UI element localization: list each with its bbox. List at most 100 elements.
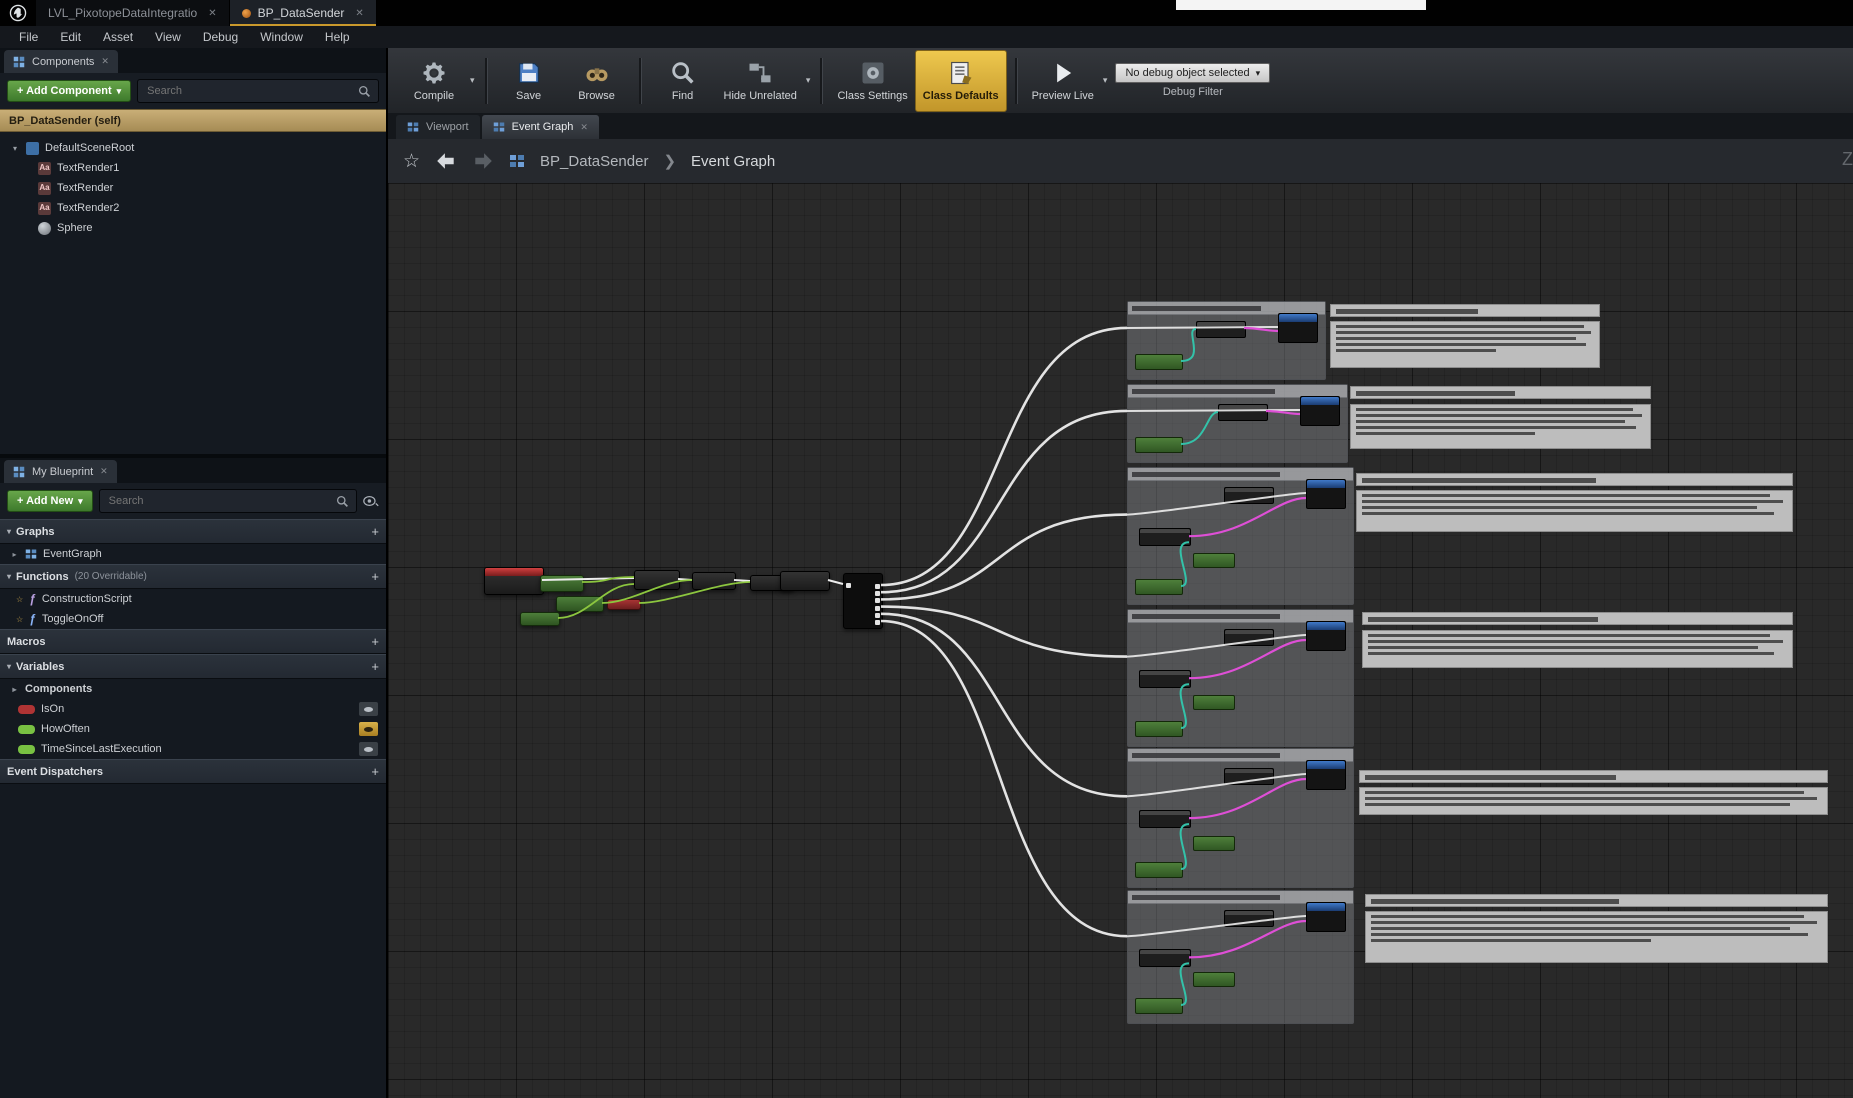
component-self-row[interactable]: BP_DataSender (self)	[0, 109, 386, 132]
menu-edit[interactable]: Edit	[49, 30, 92, 44]
section-functions[interactable]: ▾ Functions (20 Overridable) +	[0, 564, 386, 589]
chevron-down-icon[interactable]: ▾	[806, 75, 811, 86]
menu-asset[interactable]: Asset	[92, 30, 144, 44]
comment-text-block[interactable]	[1350, 404, 1651, 449]
comment-text-bar[interactable]	[1365, 894, 1828, 907]
exec-pin[interactable]	[875, 620, 880, 625]
find-button[interactable]: Find	[649, 51, 717, 111]
bookmark-star-icon[interactable]: ☆	[403, 150, 420, 173]
menu-view[interactable]: View	[144, 30, 192, 44]
function-call-node[interactable]	[1306, 621, 1346, 651]
exec-pin[interactable]	[875, 598, 880, 603]
add-dispatcher-icon[interactable]: +	[371, 764, 379, 779]
function-call-node[interactable]	[1306, 479, 1346, 509]
class-settings-button[interactable]: Class Settings	[830, 51, 914, 111]
my-blueprint-search-input[interactable]	[107, 494, 336, 508]
eye-closed-icon[interactable]	[359, 742, 378, 756]
collapse-icon[interactable]: ▾	[7, 662, 11, 671]
event-node[interactable]	[484, 567, 544, 595]
pure-node[interactable]	[1135, 721, 1183, 737]
menu-help[interactable]: Help	[314, 30, 361, 44]
pure-node[interactable]	[1135, 579, 1183, 595]
event-graph-canvas[interactable]	[388, 183, 1853, 1098]
variable-node[interactable]	[607, 599, 641, 610]
pure-node[interactable]	[1135, 862, 1183, 878]
row-variable-timesincelastexecution[interactable]: TimeSinceLastExecution	[0, 739, 386, 759]
section-macros[interactable]: Macros +	[0, 629, 386, 654]
add-macro-icon[interactable]: +	[371, 634, 379, 649]
breadcrumb-root[interactable]: BP_DataSender	[540, 153, 648, 170]
pure-node[interactable]	[1135, 437, 1183, 453]
row-variable-group-components[interactable]: ▸ Components	[0, 679, 386, 699]
comment-text-bar[interactable]	[1362, 612, 1793, 625]
getter-node[interactable]	[1224, 910, 1274, 927]
add-variable-icon[interactable]: +	[371, 659, 379, 674]
comment-text-block[interactable]	[1356, 490, 1793, 532]
comment-text-bar[interactable]	[1350, 386, 1651, 399]
components-search[interactable]	[137, 79, 379, 103]
function-node[interactable]	[634, 570, 680, 590]
collapse-icon[interactable]: ▾	[7, 527, 11, 536]
tab-my-blueprint[interactable]: My Blueprint ✕	[4, 460, 117, 483]
add-graph-icon[interactable]: +	[371, 524, 379, 539]
tab-event-graph[interactable]: Event Graph ✕	[482, 115, 599, 139]
row-eventgraph[interactable]: ▸ EventGraph	[0, 544, 386, 564]
add-function-icon[interactable]: +	[371, 569, 379, 584]
pure-node[interactable]	[520, 612, 560, 626]
expander-icon[interactable]: ▸	[10, 685, 19, 694]
menu-file[interactable]: File	[8, 30, 49, 44]
pure-node[interactable]	[1193, 553, 1235, 568]
chevron-down-icon[interactable]: ▾	[1103, 75, 1108, 86]
collapse-icon[interactable]: ▾	[7, 572, 11, 581]
struct-node[interactable]	[1139, 528, 1191, 546]
close-icon[interactable]: ✕	[208, 8, 216, 19]
getter-node[interactable]	[1196, 321, 1246, 338]
function-call-node[interactable]	[1306, 760, 1346, 790]
row-constructionscript[interactable]: ☆ ƒ ConstructionScript	[0, 589, 386, 609]
preview-live-button[interactable]: Preview Live	[1025, 51, 1101, 111]
comment-text-block[interactable]	[1365, 911, 1828, 963]
comment-text-bar[interactable]	[1356, 473, 1793, 486]
pure-node[interactable]	[556, 596, 604, 612]
expander-icon[interactable]: ▾	[10, 144, 20, 153]
getter-node[interactable]	[1224, 487, 1274, 504]
function-call-node[interactable]	[1300, 396, 1340, 426]
visibility-filter-icon[interactable]	[363, 495, 379, 507]
add-new-button[interactable]: + Add New ▾	[7, 490, 93, 512]
menu-window[interactable]: Window	[249, 30, 314, 44]
function-node[interactable]	[780, 571, 830, 591]
comment-text-block[interactable]	[1362, 630, 1793, 668]
debug-object-select[interactable]: No debug object selected ▾	[1115, 63, 1270, 83]
struct-node[interactable]	[1139, 810, 1191, 828]
getter-node[interactable]	[1224, 629, 1274, 646]
component-row-textrender2[interactable]: Aa TextRender2	[0, 198, 386, 218]
close-icon[interactable]: ✕	[100, 466, 108, 477]
hide-unrelated-button[interactable]: Hide Unrelated	[717, 51, 804, 111]
forward-arrow-icon[interactable]	[472, 152, 494, 170]
component-row-textrender1[interactable]: Aa TextRender1	[0, 158, 386, 178]
row-toggleonoff[interactable]: ☆ ƒ ToggleOnOff	[0, 609, 386, 629]
sequence-node[interactable]	[843, 573, 883, 629]
function-node[interactable]	[692, 572, 736, 590]
row-variable-howoften[interactable]: HowOften	[0, 719, 386, 739]
asset-tab-datasender[interactable]: BP_DataSender ✕	[230, 0, 377, 26]
component-row-textrender[interactable]: Aa TextRender	[0, 178, 386, 198]
pure-node[interactable]	[1135, 354, 1183, 370]
exec-pin[interactable]	[875, 606, 880, 611]
eye-closed-icon[interactable]	[359, 702, 378, 716]
tab-components[interactable]: Components ✕	[4, 50, 118, 73]
function-call-node[interactable]	[1278, 313, 1318, 343]
back-arrow-icon[interactable]	[435, 152, 457, 170]
close-icon[interactable]: ✕	[101, 56, 109, 67]
comment-text-bar[interactable]	[1330, 304, 1600, 317]
comment-text-block[interactable]	[1330, 321, 1600, 368]
close-icon[interactable]: ✕	[580, 122, 588, 133]
asset-tab-level[interactable]: LVL_PixotopeDataIntegratio ✕	[36, 0, 230, 26]
components-search-input[interactable]	[145, 84, 358, 98]
my-blueprint-search[interactable]	[99, 489, 357, 513]
getter-node[interactable]	[1224, 768, 1274, 785]
exec-pin[interactable]	[875, 613, 880, 618]
pure-node[interactable]	[1135, 998, 1183, 1014]
getter-node[interactable]	[1218, 404, 1268, 421]
row-variable-ison[interactable]: IsOn	[0, 699, 386, 719]
